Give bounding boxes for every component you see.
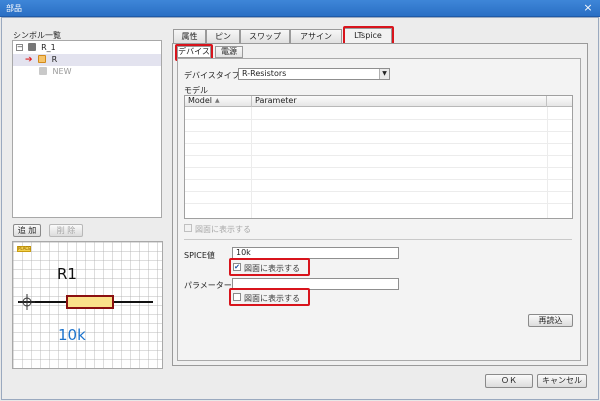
arrow-right-icon: ➔ bbox=[25, 55, 33, 65]
show-model-checkbox[interactable] bbox=[184, 224, 192, 232]
delete-button[interactable]: 削 除 bbox=[49, 224, 83, 237]
device-type-label: デバイスタイプ bbox=[184, 71, 240, 80]
add-button[interactable]: 追 加 bbox=[13, 224, 41, 237]
column-parameter[interactable]: Parameter bbox=[252, 96, 547, 107]
symbol-tree[interactable]: − R_1 ➔ R NEW bbox=[12, 40, 162, 218]
collapse-icon[interactable]: − bbox=[16, 44, 23, 51]
new-symbol-icon bbox=[39, 67, 47, 75]
tab-swap[interactable]: スワップ bbox=[240, 29, 290, 43]
window-title: 部品 bbox=[6, 4, 22, 13]
cancel-button[interactable]: キャンセル bbox=[537, 374, 587, 388]
highlight-param-show bbox=[229, 288, 310, 306]
component-icon bbox=[27, 43, 36, 51]
show-model-label: 図面に表示する bbox=[195, 225, 251, 234]
column-model[interactable]: Model ▲ bbox=[185, 96, 252, 107]
tab-attributes[interactable]: 属性 bbox=[173, 29, 206, 43]
symbol-preview: PLACE R1 10k bbox=[12, 241, 163, 369]
parameter-label: パラメーター bbox=[184, 281, 232, 290]
reload-button[interactable]: 再読込 bbox=[528, 314, 573, 327]
tree-item-r[interactable]: ➔ R bbox=[13, 54, 161, 66]
column-filler bbox=[547, 96, 572, 107]
highlight-spice-show bbox=[229, 258, 310, 276]
table-header: Model ▲ Parameter bbox=[185, 96, 572, 107]
tree-item-r1[interactable]: − R_1 bbox=[16, 42, 56, 54]
dropdown-arrow-icon[interactable]: ▼ bbox=[379, 69, 389, 79]
tab-pins[interactable]: ピン bbox=[206, 29, 240, 43]
device-type-value: R-Resistors bbox=[242, 69, 287, 78]
model-table[interactable]: Model ▲ Parameter bbox=[184, 95, 573, 219]
tree-item-new[interactable]: NEW bbox=[39, 66, 72, 78]
title-bar: 部品 × bbox=[0, 0, 600, 17]
spice-value-label: SPICE値 bbox=[184, 251, 215, 260]
tab-assign[interactable]: アサイン bbox=[290, 29, 342, 43]
symbol-icon bbox=[38, 55, 47, 63]
tree-item-label: R_1 bbox=[41, 43, 56, 52]
subtab-power[interactable]: 電源 bbox=[215, 46, 243, 58]
divider bbox=[184, 239, 572, 240]
sort-asc-icon: ▲ bbox=[215, 97, 220, 104]
resistor-symbol bbox=[18, 294, 153, 310]
tree-item-label: NEW bbox=[52, 67, 72, 76]
ok-button[interactable]: ＯＫ bbox=[485, 374, 533, 388]
tree-item-label: R bbox=[51, 55, 58, 64]
close-icon[interactable]: × bbox=[580, 1, 596, 15]
device-type-select[interactable]: R-Resistors ▼ bbox=[238, 68, 390, 80]
resistor-body bbox=[66, 295, 114, 309]
